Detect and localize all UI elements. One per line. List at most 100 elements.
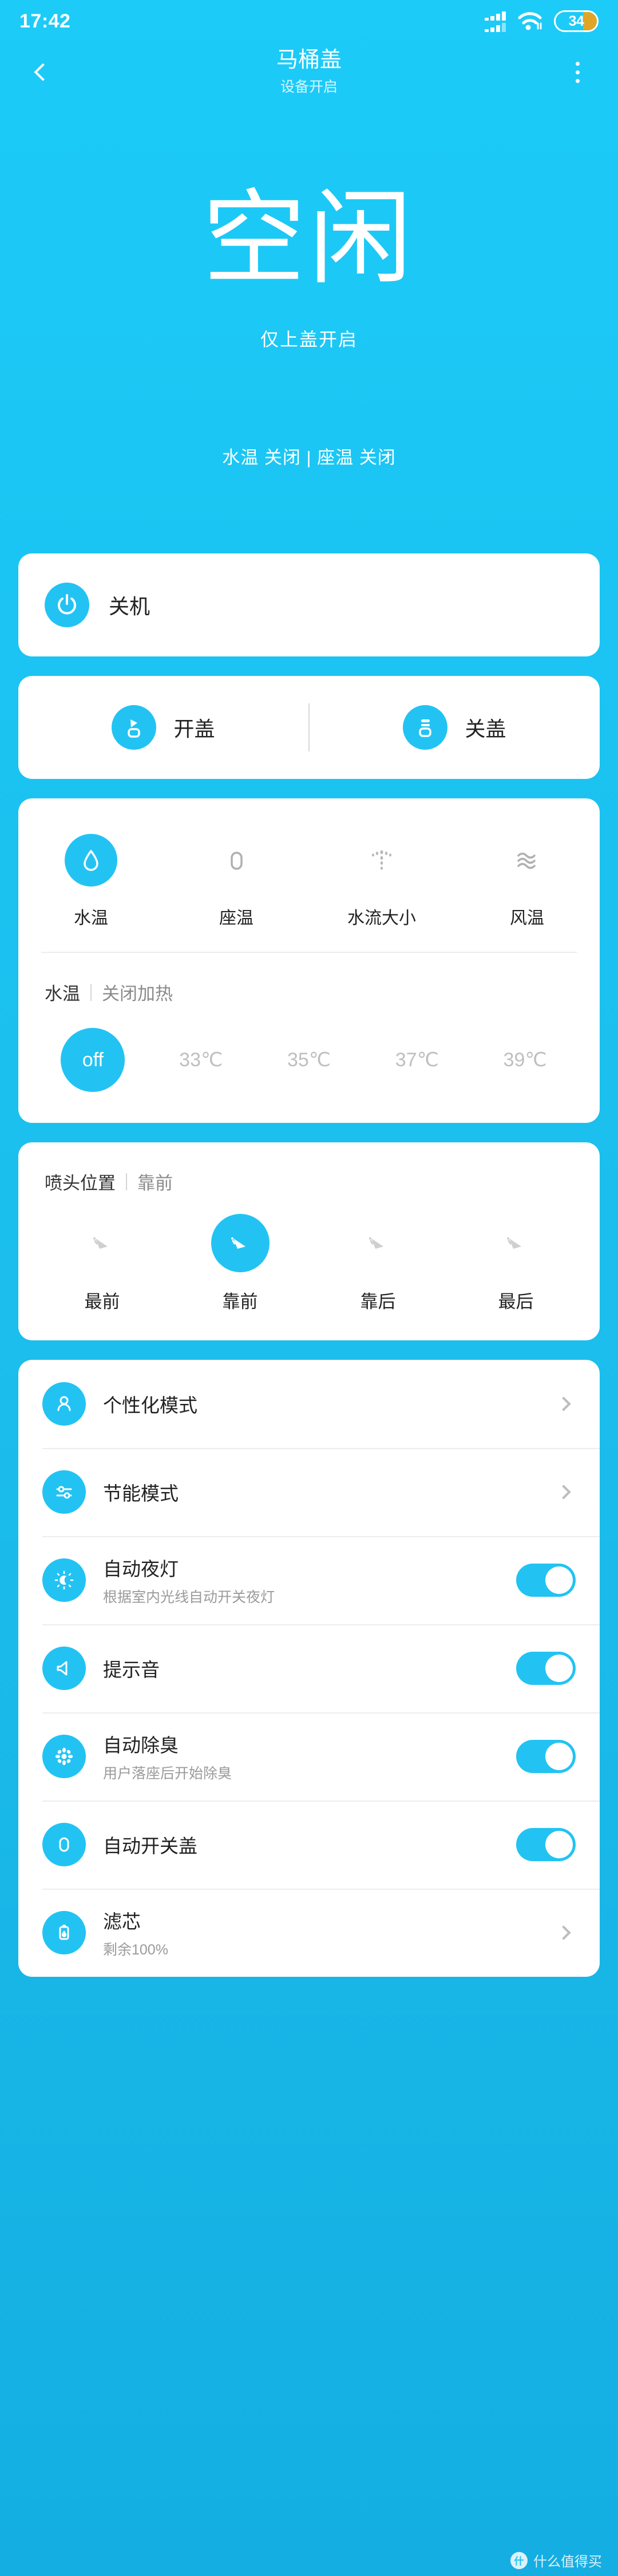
- function-tab-wind-temp[interactable]: 风温: [454, 834, 600, 929]
- settings-row-personalized-mode[interactable]: 个性化模式: [18, 1360, 600, 1448]
- settings-row-toggle[interactable]: [516, 1740, 576, 1773]
- nozzle-position-icon: [487, 1214, 545, 1272]
- function-tab-water-temp[interactable]: 水温: [18, 834, 164, 929]
- nozzle-position-icon: [73, 1214, 132, 1272]
- watermark: 什 什么值得买: [510, 2550, 602, 2570]
- lid-card: 开盖 关盖: [18, 676, 600, 779]
- settings-row-toggle[interactable]: [516, 1652, 576, 1685]
- nozzle-option-label: 最前: [84, 1292, 120, 1312]
- lid-close-icon: [403, 705, 448, 750]
- function-label: 水温: [74, 909, 108, 928]
- temp-option-label: 39℃: [503, 1049, 547, 1071]
- nozzle-position-icon: [349, 1214, 407, 1272]
- function-tab-water-flow[interactable]: 水流大小: [309, 834, 454, 929]
- chevron-right-icon: [556, 1925, 571, 1940]
- power-card: 关机: [18, 553, 600, 656]
- wind-wave-icon: [501, 834, 553, 887]
- settings-card: 个性化模式 节能模式 自动夜灯 根据室内光线自动开关夜灯 提示音 自动除臭 用户…: [18, 1360, 600, 1977]
- nozzle-option-label: 最后: [498, 1292, 534, 1312]
- nozzle-setting-header: 喷头位置 靠前: [18, 1142, 600, 1194]
- chevron-right-icon: [556, 1485, 571, 1499]
- settings-row-prompt-sound[interactable]: 提示音: [18, 1624, 600, 1712]
- settings-row-eco-mode[interactable]: 节能模式: [18, 1448, 600, 1536]
- settings-row-toggle[interactable]: [516, 1564, 576, 1597]
- wifi-icon: [517, 11, 542, 31]
- open-lid-button[interactable]: 开盖: [18, 705, 308, 750]
- temp-option-39[interactable]: 39℃: [471, 1028, 579, 1092]
- settings-row-filter[interactable]: 滤芯 剩余100%: [18, 1889, 600, 1977]
- settings-row-desc: 根据室内光线自动开关夜灯: [103, 1589, 275, 1605]
- settings-row-title: 提示音: [103, 1659, 160, 1680]
- power-off-label: 关机: [109, 595, 150, 618]
- temp-option-off[interactable]: off: [39, 1028, 147, 1092]
- settings-row-title: 个性化模式: [103, 1395, 197, 1416]
- temp-option-33[interactable]: 33℃: [147, 1028, 255, 1092]
- page-subtitle: 设备开启: [280, 78, 338, 95]
- status-bar: 17:42 34: [0, 0, 618, 42]
- setting-value: 关闭加热: [102, 984, 173, 1004]
- water-temp-setting-header: 水温 关闭加热: [18, 953, 600, 1005]
- water-spray-icon: [355, 834, 408, 887]
- toilet-seat-icon: [210, 834, 263, 887]
- more-vertical-icon: [575, 70, 580, 74]
- auto-lid-icon: [42, 1823, 86, 1866]
- nozzle-options: 最前 靠前 靠后 最后: [18, 1194, 600, 1313]
- temperature-options: off 33℃ 35℃ 37℃ 39℃: [18, 1005, 600, 1123]
- page-title: 马桶盖: [276, 48, 342, 73]
- speaker-icon: [42, 1647, 86, 1690]
- temp-option-label: off: [61, 1028, 125, 1092]
- chevron-right-icon: [556, 1396, 571, 1411]
- function-tab-seat-temp[interactable]: 座温: [164, 834, 309, 929]
- battery-level: 34: [568, 13, 584, 29]
- function-label: 水流大小: [347, 909, 416, 928]
- settings-row-title: 自动夜灯: [103, 1558, 179, 1580]
- setting-value: 靠前: [137, 1173, 173, 1193]
- close-lid-button[interactable]: 关盖: [310, 705, 600, 750]
- sliders-icon: [42, 1470, 86, 1514]
- setting-key: 喷头位置: [45, 1173, 116, 1193]
- settings-row-desc: 用户落座后开始除臭: [103, 1766, 232, 1782]
- separator: [90, 983, 92, 1001]
- nozzle-position-icon: [211, 1214, 270, 1272]
- temp-option-35[interactable]: 35℃: [255, 1028, 363, 1092]
- settings-row-auto-lid[interactable]: 自动开关盖: [18, 1801, 600, 1889]
- settings-row-auto-deodorize[interactable]: 自动除臭 用户落座后开始除臭: [18, 1712, 600, 1801]
- setting-key: 水温: [45, 984, 80, 1004]
- app-screen: 17:42 34 马桶盖 设备开启 空闲 仅上盖开启 水温 关闭 | 座温 关闭…: [0, 0, 618, 2576]
- watermark-logo-icon: 什: [510, 2551, 528, 2569]
- status-time: 17:42: [19, 10, 71, 32]
- hero-status: 空闲 仅上盖开启 水温 关闭 | 座温 关闭: [0, 102, 618, 469]
- settings-row-title: 自动除臭: [103, 1735, 179, 1756]
- settings-row-title: 滤芯: [103, 1911, 141, 1932]
- nozzle-option-front[interactable]: 靠前: [171, 1214, 309, 1313]
- nozzle-option-front-most[interactable]: 最前: [33, 1214, 171, 1313]
- more-menu-button[interactable]: [557, 52, 597, 92]
- open-lid-label: 开盖: [173, 717, 215, 741]
- temperature-summary: 水温 关闭 | 座温 关闭: [222, 448, 396, 468]
- more-vertical-icon: [575, 61, 580, 66]
- back-button[interactable]: [21, 52, 61, 92]
- person-icon: [42, 1382, 86, 1426]
- back-chevron-icon: [34, 63, 52, 81]
- settings-row-toggle[interactable]: [516, 1828, 576, 1861]
- separator: [126, 1173, 127, 1190]
- water-drop-icon: [65, 834, 117, 887]
- deodorize-icon: [42, 1735, 86, 1778]
- nozzle-option-label: 靠前: [222, 1292, 258, 1312]
- function-tabs: 水温 座温 水流大小 风温: [18, 798, 600, 952]
- battery-icon: 34: [554, 10, 599, 32]
- power-icon: [45, 583, 89, 627]
- temp-option-label: 35℃: [287, 1049, 331, 1071]
- lid-open-icon: [112, 705, 157, 750]
- power-off-button[interactable]: 关机: [18, 553, 600, 656]
- settings-row-auto-night-light[interactable]: 自动夜灯 根据室内光线自动开关夜灯: [18, 1536, 600, 1624]
- function-label: 座温: [219, 909, 253, 928]
- app-header: 马桶盖 设备开启: [0, 42, 618, 102]
- function-card: 水温 座温 水流大小 风温 水温 关闭加热 off 33℃ 35℃ 37℃ 39…: [18, 798, 600, 1123]
- nozzle-option-back-most[interactable]: 最后: [447, 1214, 585, 1313]
- function-label: 风温: [510, 909, 544, 928]
- signal-bars-icon: [485, 11, 506, 32]
- temp-option-37[interactable]: 37℃: [363, 1028, 471, 1092]
- nozzle-option-back[interactable]: 靠后: [309, 1214, 447, 1313]
- watermark-text: 什么值得买: [533, 2554, 602, 2570]
